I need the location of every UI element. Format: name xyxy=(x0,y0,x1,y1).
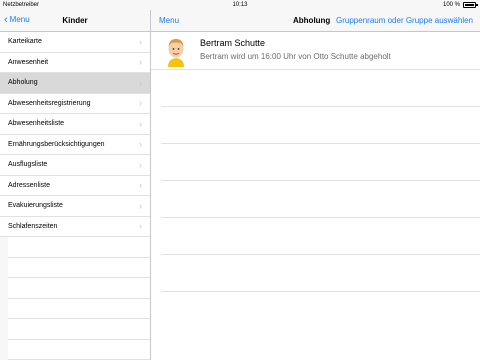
sidebar-item-karteikarte[interactable]: Karteikarte › xyxy=(0,32,150,53)
select-group-button[interactable]: Gruppenraum oder Gruppe auswählen xyxy=(336,16,473,25)
sidebar-item-label: Abwesenheitsliste xyxy=(8,120,65,128)
sidebar: ‹ Menu Kinder Karteikarte › Anwesenheit … xyxy=(0,0,151,360)
clock: 10:13 xyxy=(232,2,248,8)
menu-button[interactable]: Menu xyxy=(159,16,179,25)
empty-row xyxy=(161,181,480,218)
page-title: Abholung xyxy=(293,16,331,25)
sidebar-empty-rows xyxy=(0,237,150,360)
child-avatar xyxy=(164,35,188,67)
chevron-right-icon: › xyxy=(139,221,142,232)
empty-row xyxy=(161,107,480,144)
empty-row xyxy=(8,339,150,360)
chevron-right-icon: › xyxy=(139,98,142,109)
sidebar-item-label: Schlafenszeiten xyxy=(8,222,58,230)
chevron-right-icon: › xyxy=(139,200,142,211)
sidebar-item-label: Ausflugsliste xyxy=(8,161,48,169)
battery-icon xyxy=(463,2,478,8)
sidebar-item-label: Karteikarte xyxy=(8,38,42,46)
detail-pane: Menu Abholung Gruppenraum oder Gruppe au… xyxy=(151,0,480,360)
sidebar-item-abholung[interactable]: Abholung › xyxy=(0,73,150,94)
sidebar-item-abwesenheitsliste[interactable]: Abwesenheitsliste › xyxy=(0,114,150,135)
empty-row xyxy=(8,237,150,258)
detail-empty-rows xyxy=(151,70,480,292)
sidebar-item-label: Adressenliste xyxy=(8,181,51,189)
status-bar: Netzbetreiber 10:13 100 % xyxy=(0,0,480,10)
list-item[interactable]: Bertram Schutte Bertram wird um 16:00 Uh… xyxy=(151,33,480,70)
sidebar-item-abwesenheitsregistrierung[interactable]: Abwesenheitsregistrierung › xyxy=(0,93,150,114)
battery-percent: 100 % xyxy=(442,2,460,8)
empty-row xyxy=(161,70,480,107)
chevron-right-icon: › xyxy=(139,159,142,170)
pickup-detail: Bertram wird um 16:00 Uhr von Otto Schut… xyxy=(200,52,391,61)
chevron-right-icon: › xyxy=(139,77,142,88)
sidebar-item-label: Evakuierungsliste xyxy=(8,202,63,210)
empty-row xyxy=(8,278,150,299)
sidebar-item-label: Ernährungsberücksichtigungen xyxy=(8,140,105,148)
sidebar-navbar: ‹ Menu Kinder xyxy=(0,10,150,32)
sidebar-item-label: Anwesenheit xyxy=(8,58,49,66)
empty-row xyxy=(161,255,480,292)
chevron-right-icon: › xyxy=(139,36,142,47)
sidebar-item-ernaehrung[interactable]: Ernährungsberücksichtigungen › xyxy=(0,134,150,155)
sidebar-item-evakuierungsliste[interactable]: Evakuierungsliste › xyxy=(0,196,150,217)
chevron-right-icon: › xyxy=(139,57,142,68)
sidebar-item-adressenliste[interactable]: Adressenliste › xyxy=(0,175,150,196)
empty-row xyxy=(8,257,150,278)
sidebar-title: Kinder xyxy=(62,16,88,25)
empty-row xyxy=(8,298,150,319)
sidebar-menu: Karteikarte › Anwesenheit › Abholung › A… xyxy=(0,32,150,237)
sidebar-item-schlafenszeiten[interactable]: Schlafenszeiten › xyxy=(0,216,150,237)
sidebar-item-label: Abholung xyxy=(8,79,38,87)
sidebar-item-label: Abwesenheitsregistrierung xyxy=(8,99,91,107)
sidebar-item-ausflugsliste[interactable]: Ausflugsliste › xyxy=(0,155,150,176)
empty-row xyxy=(161,144,480,181)
empty-row xyxy=(8,319,150,340)
empty-row xyxy=(161,218,480,255)
chevron-right-icon: › xyxy=(139,118,142,129)
chevron-right-icon: › xyxy=(139,180,142,191)
chevron-right-icon: › xyxy=(139,139,142,150)
child-name: Bertram Schutte xyxy=(200,38,266,48)
sidebar-item-anwesenheit[interactable]: Anwesenheit › xyxy=(0,52,150,73)
detail-navbar: Menu Abholung Gruppenraum oder Gruppe au… xyxy=(151,10,480,32)
